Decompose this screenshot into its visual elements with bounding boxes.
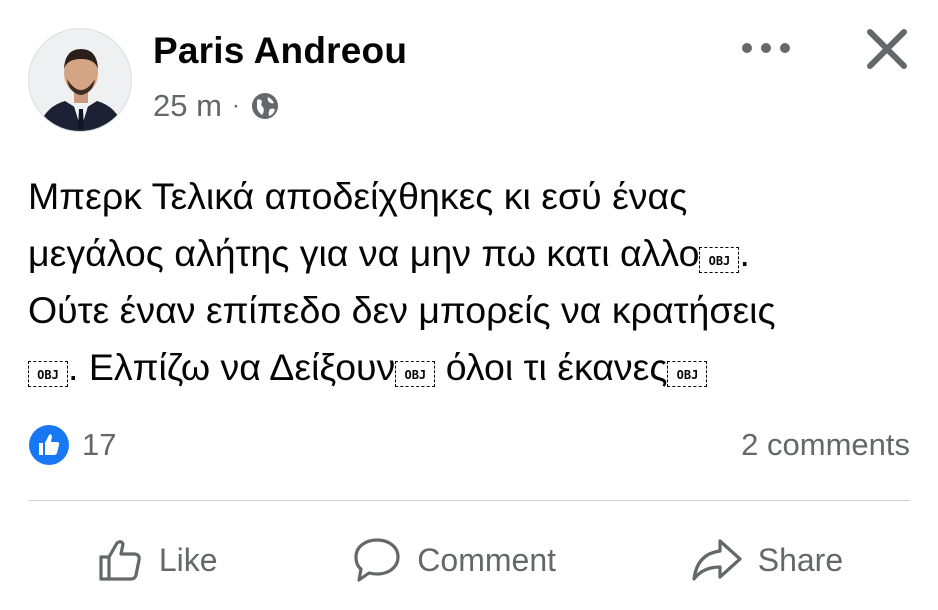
- post-time[interactable]: 25 m: [153, 88, 222, 124]
- object-placeholder: OBJ: [699, 247, 740, 273]
- share-button[interactable]: Share: [690, 520, 843, 600]
- object-placeholder: OBJ: [667, 361, 708, 387]
- divider: [28, 500, 910, 501]
- comment-button[interactable]: Comment: [351, 520, 556, 600]
- more-options-icon[interactable]: [742, 38, 790, 58]
- avatar[interactable]: [28, 28, 132, 132]
- post-stats: 17 2 comments: [28, 420, 910, 470]
- thumbs-up-icon: [99, 540, 141, 581]
- avatar-image: [29, 29, 131, 131]
- meta-separator: ·: [231, 92, 240, 119]
- like-reaction-icon[interactable]: [28, 424, 70, 466]
- object-placeholder: OBJ: [395, 361, 436, 387]
- post-text: Μπερκ Τελικά αποδείχθηκες κι εσύ ένας με…: [28, 168, 908, 396]
- share-arrow-icon: [692, 539, 742, 581]
- like-button[interactable]: Like: [95, 520, 218, 600]
- share-label: Share: [757, 541, 844, 578]
- comments-count[interactable]: 2 comments: [741, 427, 910, 463]
- reaction-count[interactable]: 17: [82, 427, 116, 463]
- close-icon[interactable]: [864, 26, 910, 72]
- action-bar: Like Comment Share: [28, 520, 910, 600]
- post-text-line: Ούτε έναν επίπεδο δεν μπορείς να κρατήσε…: [28, 289, 776, 331]
- post-meta: 25 m ·: [153, 88, 280, 124]
- author-name[interactable]: Paris Andreou: [153, 30, 407, 72]
- post-header: Paris Andreou 25 m ·: [0, 0, 938, 150]
- post-text-line: OBJ. Ελπίζω να Δείξουν OBJ όλοι τι έκανες…: [28, 339, 908, 396]
- speech-bubble-icon: [354, 538, 400, 582]
- post-text-line: μεγάλος αλήτης για να μην πω κατι αλλο OB…: [28, 232, 750, 274]
- globe-icon: [251, 93, 278, 119]
- comment-label: Comment: [417, 541, 556, 578]
- like-label: Like: [158, 541, 218, 578]
- object-placeholder: OBJ: [28, 361, 68, 387]
- post-text-line: Μπερκ Τελικά αποδείχθηκες κι εσύ ένας: [28, 175, 688, 217]
